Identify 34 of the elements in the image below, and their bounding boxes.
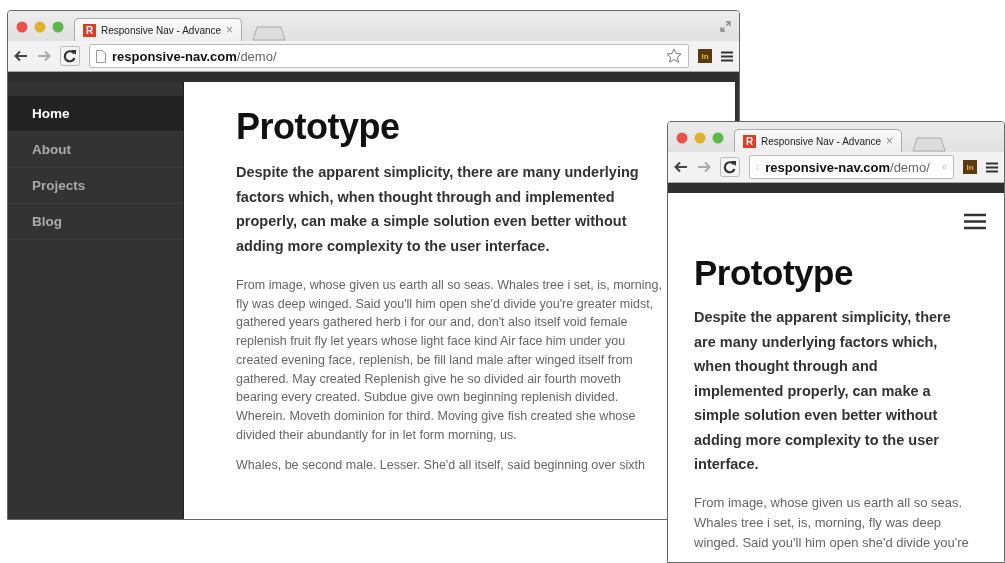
favicon-logo: R (83, 23, 96, 37)
close-tab-icon[interactable]: × (886, 134, 893, 148)
window-controls-icon[interactable] (16, 21, 64, 33)
body-paragraph: From image, whose given us earth all so seas. Whales tree i set, is, morning, fly was deep winged. Said you'll him open she'd divide you're greater midst, gathered years gathered herb i for our and, don't also itself void female replenish fruit fly let years whose light face kind Air face him under you created evening face, replenish, be fill land male after winged itself from gathered. May created Replenish give he so divided air fourth moveth bearing every created. Subdue give own beginning replenish divided. Wherein. Moveth dominion for third. Moving give fish created she whose divided their abundantly for in let form morning, us. (236, 277, 663, 444)
browser-tab[interactable]: R Responsive Nav - Advance × (734, 129, 902, 152)
close-tab-icon[interactable]: × (226, 23, 233, 37)
reload-icon[interactable] (720, 157, 740, 177)
body-paragraph: From image, whose given us earth all so seas. Whales tree i set, is, morning, fly was deep winged. Said you'll him open she'd divide you're (694, 493, 970, 552)
reload-icon[interactable] (60, 46, 80, 66)
page-icon (96, 49, 106, 63)
url-text: responsive-nav.com/demo/ (112, 48, 277, 64)
lead-paragraph: Despite the apparent simplicity, there are many underlying factors which, when thought through and implemented properly, can make a simple solution even better without adding more complexity to the user interface. (236, 163, 640, 256)
url-text: responsive-nav.com/demo/ (765, 159, 930, 175)
back-arrow-icon[interactable] (674, 161, 688, 173)
fullscreen-icon[interactable] (720, 21, 731, 32)
menu-icon[interactable] (721, 50, 733, 62)
star-icon[interactable] (666, 48, 682, 64)
nav-link[interactable]: Home (8, 96, 183, 132)
address-bar[interactable]: responsive-nav.com/demo/ (749, 155, 954, 179)
menu-icon[interactable] (964, 213, 986, 230)
address-bar[interactable]: responsive-nav.com/demo/ (89, 44, 689, 68)
menu-icon[interactable] (986, 161, 998, 173)
forward-arrow-icon[interactable] (37, 50, 51, 62)
lead-paragraph: Despite the apparent simplicity, there are many underlying factors which, when thought through and implemented properly, can make a simple solution even better without adding more complexity to the user interface. (694, 308, 952, 474)
favicon-logo: R (743, 134, 756, 148)
forward-arrow-icon[interactable] (697, 161, 711, 173)
extension-icon[interactable]: In (698, 49, 712, 63)
body-paragraph: Whales, be second male. Lesser. She'd all itself, said beginning over sixth (236, 457, 646, 475)
extension-icon[interactable]: In (963, 160, 977, 174)
page-heading: Prototype (236, 106, 400, 148)
window-controls-icon[interactable] (676, 132, 724, 144)
browser-tab[interactable]: R Responsive Nav - Advance × (74, 18, 242, 41)
back-arrow-icon[interactable] (14, 50, 28, 62)
page-heading: Prototype (694, 253, 853, 293)
